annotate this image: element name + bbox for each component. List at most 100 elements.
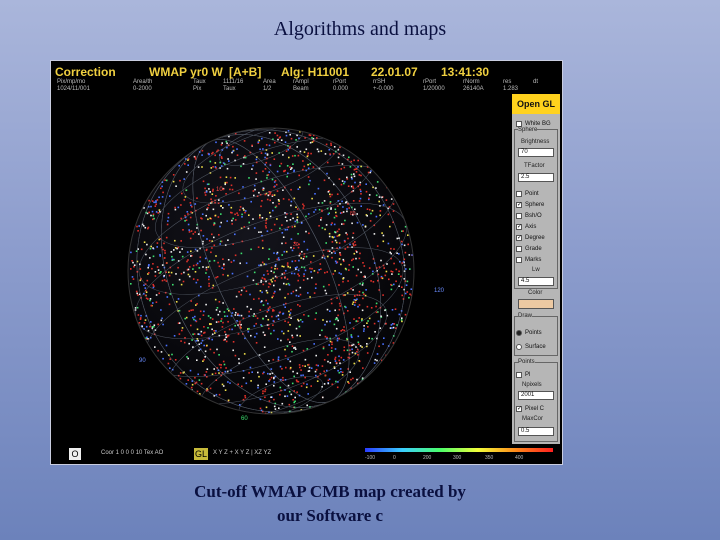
toggle-marks[interactable]: Marks [516,255,541,264]
cmb-pixel [169,195,171,197]
cmb-pixel [270,266,273,269]
cmb-pixel [177,266,179,269]
cmb-pixel [146,279,149,282]
reset-button[interactable]: O [69,448,81,460]
marks-checkbox[interactable] [516,256,522,263]
cmb-pixel [335,334,337,337]
cmb-pixel [253,194,255,197]
axis-checkbox[interactable]: ✓ [516,223,522,230]
draw-points-radio[interactable]: Points [516,328,542,337]
grade-checkbox[interactable] [516,245,522,252]
cmb-pixel [381,232,383,234]
cmb-pixel [287,384,290,387]
degree-checkbox[interactable]: ✓ [516,234,522,241]
cmb-pixel [334,260,337,263]
cmb-pixel [358,200,361,202]
cmb-globe[interactable]: 10 120 90 60 20 80 30 [53,94,499,441]
pixel-c-checkbox[interactable]: ✓ [516,405,522,412]
cmb-pixel [256,317,259,320]
cmb-pixel [167,220,169,222]
sphere-checkbox[interactable]: ✓ [516,201,522,208]
globe-viewport[interactable]: 10 120 90 60 20 80 30 [53,94,499,441]
cmb-pixel [338,359,341,362]
cmb-pixel [330,223,333,226]
cmb-pixel [253,184,256,187]
cmb-pixel [200,217,202,219]
draw-surface-radio-dot[interactable] [516,343,522,350]
cmb-pixel [206,208,208,211]
gl-button[interactable]: GL [194,448,208,460]
cmb-pixel [216,348,218,351]
toggle-point[interactable]: Point [516,189,539,198]
cmb-pixel [290,168,292,170]
cmb-pixel [213,330,215,332]
sphere-label: Sphere [525,201,545,208]
cmb-pixel [257,141,260,143]
toggle-bsh[interactable]: Bsh/O [516,211,542,220]
cmb-pixel [268,327,270,330]
cmb-pixel [334,309,336,312]
cmb-pixel [205,268,208,271]
brightness-field[interactable]: 70 [518,148,554,157]
toggle-sphere[interactable]: ✓ Sphere [516,200,544,209]
cmb-pixel [357,268,359,271]
cmb-pixel [131,276,134,278]
cmb-pixel [351,178,353,180]
cmb-pixel [290,213,292,215]
cmb-pixel [139,317,142,319]
cmb-pixel [334,360,337,362]
cmb-pixel [366,215,368,217]
cmb-pixel [346,208,348,210]
bsh-checkbox[interactable] [516,212,522,219]
cmb-pixel [330,142,332,145]
draw-points-radio-dot[interactable] [516,329,522,336]
cmb-pixel [294,154,296,157]
cmb-pixel [194,231,196,233]
cmb-pixel [375,187,377,189]
cmb-pixel [295,289,298,292]
draw-surface-radio[interactable]: Surface [516,342,546,351]
maxcor-field[interactable]: 0.5 [518,427,554,436]
white-bg-checkbox[interactable] [516,120,522,127]
cmb-pixel [287,330,290,332]
cmb-pixel [222,385,225,387]
cmb-pixel [401,286,403,288]
cmb-pixel [155,200,157,202]
cmb-pixel [205,266,208,269]
cmb-pixel [393,248,395,250]
cmb-pixel [145,291,148,293]
toggle-grade[interactable]: Grade [516,244,542,253]
color-swatch[interactable] [518,299,554,309]
cmb-pixel [311,276,313,279]
toggle-degree[interactable]: ✓ Degree [516,233,545,242]
pixel-checkbox[interactable] [516,371,522,378]
cmb-pixel [209,191,211,193]
sphere-group-label: Sphere [518,127,538,133]
toggle-axis[interactable]: ✓ Axis [516,222,536,231]
cmb-pixel [222,200,224,202]
cmb-pixel [370,307,373,309]
axis-controls[interactable]: X Y Z + X Y Z | XZ YZ [213,450,271,456]
cmb-pixel [338,234,341,236]
cmb-pixel [393,262,395,265]
cmb-pixel [282,376,284,379]
marks-label: Marks [525,256,542,263]
cmb-pixel [334,231,336,233]
npixels-field[interactable]: 2001 [518,391,554,400]
cmb-pixel [296,213,298,216]
cmb-pixel [164,249,166,252]
cmb-pixel [299,252,301,255]
cmb-pixel [270,396,272,398]
coord-controls[interactable]: Coor 1 0 0 0 10 Tex AO [101,450,163,456]
cmb-pixel [149,298,152,300]
cmb-pixel [215,393,218,396]
opengl-button[interactable]: Open GL [512,94,560,114]
pixel-toggle[interactable]: Pl [516,370,530,379]
point-checkbox[interactable] [516,190,522,197]
lw-field[interactable]: 4.5 [518,277,554,286]
cmb-pixel [255,332,258,335]
cmb-pixel [326,320,328,323]
tfactor-field[interactable]: 2.5 [518,173,554,182]
pixel-c-toggle[interactable]: ✓ Pixel C [516,404,544,413]
cmb-pixel [255,158,258,161]
